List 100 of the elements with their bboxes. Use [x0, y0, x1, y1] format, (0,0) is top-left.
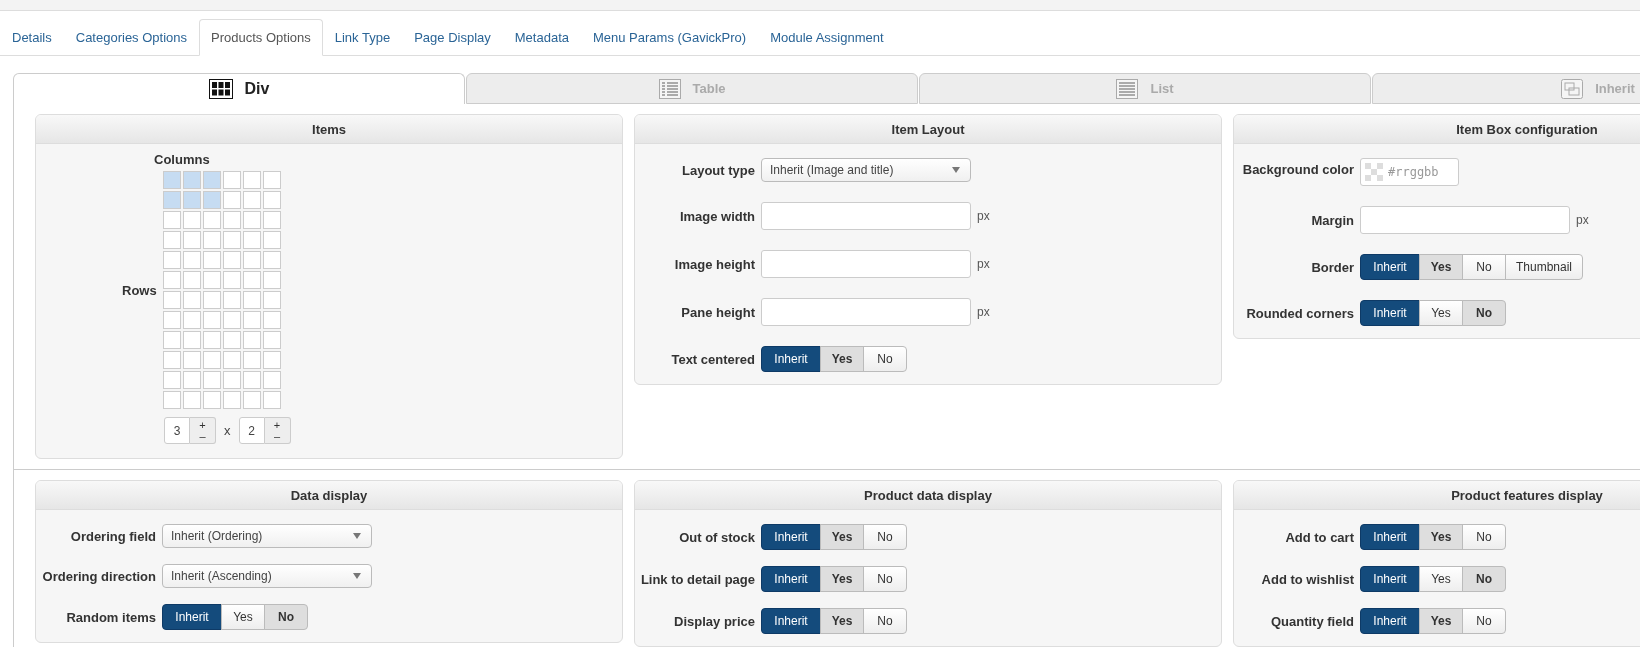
- grid-cell[interactable]: [262, 331, 281, 349]
- grid-cell[interactable]: [262, 251, 281, 269]
- grid-cell[interactable]: [262, 191, 281, 209]
- toggle-button[interactable]: Thumbnail: [1505, 254, 1584, 280]
- select-field[interactable]: Inherit (Image and title): [761, 158, 971, 182]
- toggle-button[interactable]: Inherit: [1360, 254, 1420, 280]
- grid-cell[interactable]: [242, 251, 261, 269]
- input-field[interactable]: [761, 202, 971, 230]
- grid-cell[interactable]: [202, 371, 221, 389]
- grid-cell[interactable]: [242, 371, 261, 389]
- grid-cell[interactable]: [182, 351, 201, 369]
- input-field[interactable]: [761, 298, 971, 326]
- grid-cell[interactable]: [222, 251, 241, 269]
- grid-cell[interactable]: [182, 331, 201, 349]
- toggle-button[interactable]: No: [1462, 608, 1506, 634]
- increment-button[interactable]: +: [199, 419, 206, 431]
- toggle-button[interactable]: Inherit: [761, 524, 821, 550]
- decrement-button[interactable]: –: [273, 430, 281, 442]
- nav-tab[interactable]: Categories Options: [63, 19, 200, 56]
- grid-cell[interactable]: [162, 311, 181, 329]
- grid-cell[interactable]: [162, 231, 181, 249]
- grid-cell[interactable]: [182, 311, 201, 329]
- grid-cell[interactable]: [182, 211, 201, 229]
- select-field[interactable]: Inherit (Ascending): [162, 564, 372, 588]
- grid-cell[interactable]: [242, 271, 261, 289]
- grid-cell[interactable]: [202, 351, 221, 369]
- toggle-button[interactable]: Yes: [1419, 566, 1463, 592]
- grid-cell[interactable]: [222, 311, 241, 329]
- grid-cell[interactable]: [162, 191, 181, 209]
- grid-cell[interactable]: [242, 291, 261, 309]
- grid-cell[interactable]: [202, 191, 221, 209]
- grid-cell[interactable]: [162, 351, 181, 369]
- input-field[interactable]: [761, 250, 971, 278]
- toggle-button[interactable]: Inherit: [761, 608, 821, 634]
- grid-cell[interactable]: [162, 371, 181, 389]
- grid-cell[interactable]: [222, 211, 241, 229]
- toggle-button[interactable]: Yes: [820, 524, 864, 550]
- grid-cell[interactable]: [202, 171, 221, 189]
- nav-tab[interactable]: Products Options: [199, 19, 323, 56]
- grid-cell[interactable]: [182, 371, 201, 389]
- grid-cell[interactable]: [222, 351, 241, 369]
- toggle-button[interactable]: Inherit: [1360, 524, 1420, 550]
- input-field[interactable]: [1360, 206, 1570, 234]
- grid-cell[interactable]: [222, 191, 241, 209]
- toggle-button[interactable]: No: [1462, 254, 1506, 280]
- grid-cell[interactable]: [202, 391, 221, 409]
- grid-cell[interactable]: [262, 291, 281, 309]
- nav-tab[interactable]: Metadata: [502, 19, 581, 56]
- toggle-button[interactable]: Yes: [221, 604, 265, 630]
- increment-button[interactable]: +: [273, 419, 281, 431]
- toggle-button[interactable]: No: [264, 604, 308, 630]
- grid-cell[interactable]: [262, 231, 281, 249]
- grid-cell[interactable]: [222, 271, 241, 289]
- toggle-button[interactable]: No: [1462, 300, 1506, 326]
- toggle-button[interactable]: Yes: [1419, 524, 1463, 550]
- toggle-button[interactable]: No: [863, 566, 907, 592]
- nav-tab[interactable]: Menu Params (GavickPro): [581, 19, 759, 56]
- grid-cell[interactable]: [162, 211, 181, 229]
- grid-cell[interactable]: [222, 171, 241, 189]
- toggle-button[interactable]: Inherit: [1360, 566, 1420, 592]
- grid-cell[interactable]: [242, 311, 261, 329]
- grid-cell[interactable]: [262, 391, 281, 409]
- layout-tab[interactable]: Div: [13, 73, 465, 104]
- grid-cell[interactable]: [222, 231, 241, 249]
- grid-cell[interactable]: [242, 331, 261, 349]
- grid-cell[interactable]: [182, 271, 201, 289]
- grid-cell[interactable]: [162, 171, 181, 189]
- toggle-button[interactable]: Yes: [1419, 254, 1463, 280]
- grid-cell[interactable]: [202, 211, 221, 229]
- toggle-button[interactable]: Inherit: [1360, 608, 1420, 634]
- grid-cell[interactable]: [162, 331, 181, 349]
- grid-cell[interactable]: [182, 291, 201, 309]
- number-field[interactable]: 3: [164, 417, 190, 444]
- grid-cell[interactable]: [262, 271, 281, 289]
- toggle-button[interactable]: Inherit: [761, 346, 821, 372]
- toggle-button[interactable]: Inherit: [162, 604, 222, 630]
- select-field[interactable]: Inherit (Ordering): [162, 524, 372, 548]
- grid-cell[interactable]: [262, 371, 281, 389]
- grid-cell[interactable]: [242, 231, 261, 249]
- nav-tab[interactable]: Details: [0, 19, 64, 56]
- grid-cell[interactable]: [202, 331, 221, 349]
- toggle-button[interactable]: No: [1462, 524, 1506, 550]
- grid-cell[interactable]: [162, 291, 181, 309]
- grid-cell[interactable]: [202, 271, 221, 289]
- grid-cell[interactable]: [182, 171, 201, 189]
- toggle-button[interactable]: No: [1462, 566, 1506, 592]
- grid-cell[interactable]: [242, 391, 261, 409]
- color-field[interactable]: #rrggbb: [1360, 158, 1459, 186]
- grid-cell[interactable]: [262, 211, 281, 229]
- grid-cell[interactable]: [202, 291, 221, 309]
- grid-cell[interactable]: [202, 231, 221, 249]
- toggle-button[interactable]: Inherit: [761, 566, 821, 592]
- toggle-button[interactable]: Yes: [1419, 300, 1463, 326]
- nav-tab[interactable]: Link Type: [322, 19, 403, 56]
- grid-cell[interactable]: [242, 351, 261, 369]
- toggle-button[interactable]: Inherit: [1360, 300, 1420, 326]
- grid-cell[interactable]: [262, 171, 281, 189]
- grid-cell[interactable]: [262, 311, 281, 329]
- grid-cell[interactable]: [202, 311, 221, 329]
- nav-tab[interactable]: Page Display: [402, 19, 503, 56]
